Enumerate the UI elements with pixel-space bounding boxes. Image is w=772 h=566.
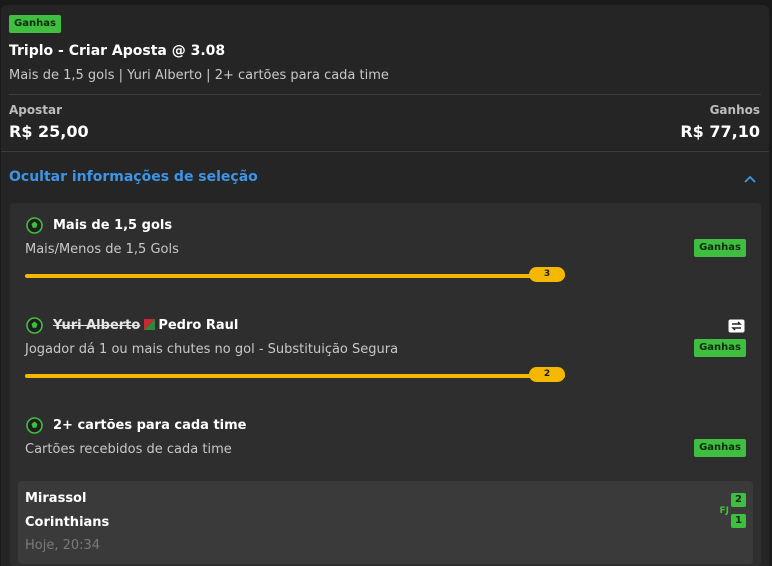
progress-bar: [25, 274, 565, 278]
bet-status-badge: Ganhas: [9, 15, 61, 33]
substitute-player-name: Pedro Raul: [158, 318, 239, 333]
divider: [1, 151, 769, 152]
soccer-ball-icon: [26, 417, 43, 434]
match-status: FJ: [719, 506, 730, 516]
selection-title: Mais de 1,5 gols: [53, 218, 173, 233]
home-team-name: Mirassol: [25, 491, 87, 506]
progress-bar: [25, 374, 565, 378]
bet-card: Ganhas Triplo - Criar Aposta @ 3.08 Mais…: [1, 5, 769, 566]
progress-count: 3: [529, 267, 565, 282]
away-team-name: Corinthians: [25, 515, 110, 530]
winnings-label: Ganhos: [709, 103, 760, 117]
away-score: 1: [731, 514, 746, 528]
home-score: 2: [731, 493, 746, 507]
stake-value: R$ 25,00: [9, 122, 89, 141]
divider: [9, 94, 761, 95]
selection-result-badge: Ganhas: [694, 439, 746, 457]
match-info[interactable]: Mirassol Corinthians Hoje, 20:34 FJ 2 1: [18, 481, 753, 564]
match-time: Hoje, 20:34: [25, 538, 101, 553]
selection-title: 2+ cartões para cada time: [53, 418, 247, 433]
replaced-player-name: Yuri Alberto: [53, 318, 141, 333]
selection-market: Mais/Menos de 1,5 Gols: [25, 242, 179, 257]
substitution-icon[interactable]: [728, 319, 745, 333]
stake-label: Apostar: [9, 103, 63, 117]
selection-market: Jogador dá 1 ou mais chutes no gol - Sub…: [25, 342, 399, 357]
selection-market: Cartões recebidos de cada time: [25, 442, 232, 457]
bet-summary: Mais de 1,5 gols | Yuri Alberto | 2+ car…: [9, 68, 389, 83]
soccer-ball-icon: [26, 317, 43, 334]
selections-panel: Mais de 1,5 gols Mais/Menos de 1,5 Gols …: [10, 203, 761, 566]
soccer-ball-icon: [26, 217, 43, 234]
substitution-flag-icon: [144, 319, 156, 330]
chevron-up-icon[interactable]: [743, 172, 757, 186]
selection-result-badge: Ganhas: [694, 239, 746, 257]
selection-title-row: Yuri Alberto Pedro Raul: [53, 318, 238, 333]
winnings-value: R$ 77,10: [680, 122, 760, 141]
toggle-selection-info-link[interactable]: Ocultar informações de seleção: [9, 169, 258, 185]
bet-title: Triplo - Criar Aposta @ 3.08: [9, 43, 226, 59]
progress-count: 2: [529, 367, 565, 382]
selection-result-badge: Ganhas: [694, 339, 746, 357]
